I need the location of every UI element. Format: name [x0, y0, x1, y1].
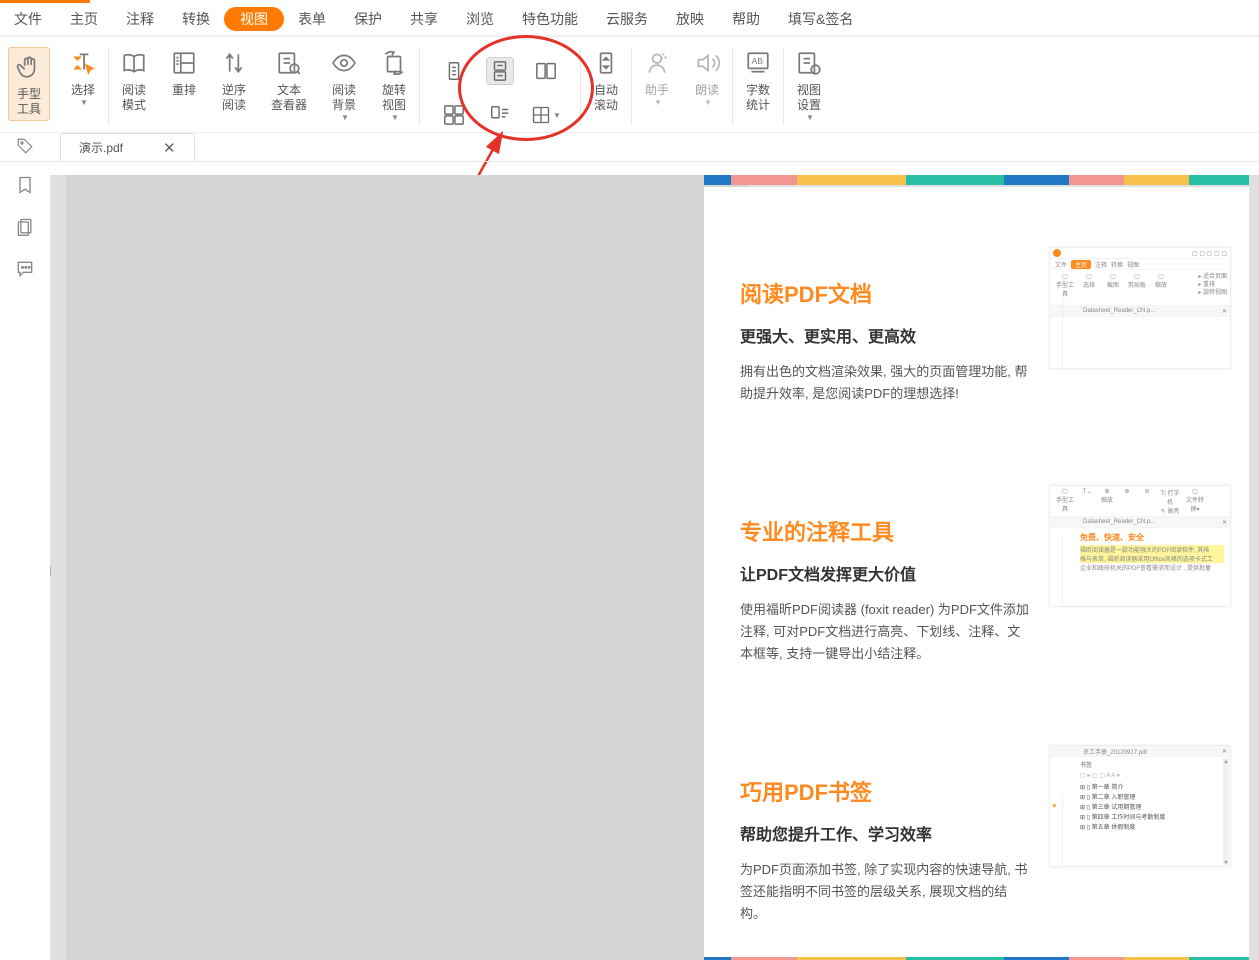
select-button[interactable]: 选择 ▼ [66, 47, 100, 107]
document-tab[interactable]: 演示.pdf ✕ [60, 133, 195, 161]
menu-item-8[interactable]: 浏览 [452, 3, 508, 35]
chevron-down-icon: ▼ [341, 113, 349, 122]
content-block-1: 专业的注释工具让PDF文档发挥更大价值使用福昕PDF阅读器 (foxit rea… [740, 485, 1231, 665]
main-menu: 文件主页注释转换视图表单保护共享浏览特色功能云服务放映帮助填写&签名 [0, 0, 1259, 37]
reflow-label: 重排 [172, 83, 196, 98]
menu-item-3[interactable]: 转换 [168, 3, 224, 35]
comments-icon[interactable] [15, 259, 35, 279]
reverse-read-label: 逆序 阅读 [222, 83, 246, 113]
text-viewer-label: 文本 查看器 [271, 83, 307, 113]
read-mode-button[interactable]: 阅读 模式 [117, 47, 151, 113]
word-count-button[interactable]: AB 字数 统计 [741, 47, 775, 113]
chevron-down-icon: ▼ [553, 111, 561, 120]
select-label: 选择 [71, 83, 95, 98]
reflow-icon [171, 47, 197, 79]
layout-continuous-facing-button[interactable] [443, 104, 465, 126]
word-count-label: 字数 统计 [746, 83, 770, 113]
hand-tool-button[interactable]: 手型 工具 [8, 47, 50, 121]
page-2: 阅读PDF文档更强大、更实用、更高效拥有出色的文档渲染效果, 强大的页面管理功能… [704, 187, 1249, 960]
chevron-down-icon: ▼ [391, 113, 399, 122]
text-viewer-icon [276, 47, 302, 79]
bookmark-icon[interactable] [15, 175, 35, 195]
content-block-0: 阅读PDF文档更强大、更实用、更高效拥有出色的文档渲染效果, 强大的页面管理功能… [740, 247, 1231, 405]
section-thumbnail: ▢ ▢ ▢ ▢ ▢文件主页注释转换视图▢手型工具▢选择▢截图▢剪贴板▢缩放▸ 适… [1049, 247, 1231, 369]
menu-item-11[interactable]: 放映 [662, 3, 718, 35]
assistant-label: 助手 [645, 83, 669, 98]
speaker-icon [694, 47, 720, 79]
section-body: 为PDF页面添加书签, 除了实现内容的快速导航, 书签还能指明不同书签的层级关系… [740, 859, 1031, 925]
menu-item-7[interactable]: 共享 [396, 3, 452, 35]
content-block-2: 巧用PDF书签帮助您提升工作、学习效率为PDF页面添加书签, 除了实现内容的快速… [740, 745, 1231, 925]
reverse-read-button[interactable]: 逆序 阅读 [217, 47, 251, 113]
menu-item-0[interactable]: 文件 [0, 3, 56, 35]
menu-item-1[interactable]: 主页 [56, 3, 112, 35]
tag-icon[interactable] [16, 137, 34, 155]
close-icon[interactable]: ✕ [163, 139, 176, 157]
layout-facing-button[interactable] [535, 60, 557, 82]
text-viewer-button[interactable]: 文本 查看器 [267, 47, 311, 113]
menu-item-6[interactable]: 保护 [340, 3, 396, 35]
layout-separate-cover-button[interactable] [489, 104, 511, 126]
ribbon-toolbar: 手型 工具 选择 ▼ 阅读 模式 重排 逆序 阅读 文本 查 [0, 37, 1259, 133]
rotate-icon [381, 47, 407, 79]
assistant-icon [644, 47, 670, 79]
auto-scroll-button[interactable]: 自动 滚动 [589, 47, 623, 113]
chevron-down-icon: ▼ [704, 98, 712, 107]
menu-item-12[interactable]: 帮助 [718, 3, 774, 35]
section-thumbnail: 员工手册_20120917.pdf✕书签▢ ▸ ▢ ▢ A A ▾⊞ ▯ 第一章… [1049, 745, 1231, 867]
left-sidebar [0, 175, 51, 960]
menu-item-2[interactable]: 注释 [112, 3, 168, 35]
read-mode-label: 阅读 模式 [122, 83, 146, 113]
book-icon [121, 47, 147, 79]
chevron-down-icon: ▼ [654, 98, 662, 107]
menu-item-9[interactable]: 特色功能 [508, 3, 592, 35]
document-surface: 阅读PDF文档更强大、更实用、更高效拥有出色的文档渲染效果, 强大的页面管理功能… [51, 175, 1259, 960]
auto-scroll-label: 自动 滚动 [594, 83, 618, 113]
read-aloud-label: 朗读 [695, 83, 719, 98]
menu-item-13[interactable]: 填写&签名 [774, 3, 867, 35]
layout-single-page-button[interactable] [443, 60, 465, 82]
chevron-down-icon: ▼ [806, 113, 814, 122]
section-title: 专业的注释工具 [740, 515, 1031, 547]
tab-title: 演示.pdf [79, 139, 123, 156]
eye-icon [331, 47, 357, 79]
page-1 [66, 175, 748, 960]
select-icon [70, 47, 96, 79]
section-body: 拥有出色的文档渲染效果, 强大的页面管理功能, 帮助提升效率, 是您阅读PDF的… [740, 361, 1031, 405]
menu-item-10[interactable]: 云服务 [592, 3, 662, 35]
layout-continuous-button[interactable] [486, 57, 514, 85]
hand-tool-label: 手型 工具 [17, 87, 41, 117]
hand-icon [16, 51, 42, 83]
section-subtitle: 更强大、更实用、更高效 [740, 323, 1031, 347]
read-bg-label: 阅读 背景 [332, 83, 356, 113]
layout-split-button[interactable]: ▼ [531, 105, 561, 125]
page-layout-group: ▼ [434, 53, 566, 133]
section-title: 巧用PDF书签 [740, 775, 1031, 807]
section-body: 使用福昕PDF阅读器 (foxit reader) 为PDF文件添加注释, 可对… [740, 599, 1031, 665]
document-tabbar: 演示.pdf ✕ [0, 133, 1259, 162]
rotate-view-button[interactable]: 旋转 视图 ▼ [377, 47, 411, 122]
reverse-icon [221, 47, 247, 79]
read-bg-button[interactable]: 阅读 背景 ▼ [327, 47, 361, 122]
menu-item-4[interactable]: 视图 [224, 7, 284, 31]
auto-scroll-icon [593, 47, 619, 79]
pages-icon[interactable] [15, 217, 35, 237]
reflow-button[interactable]: 重排 [167, 47, 201, 98]
svg-text:AB: AB [752, 56, 764, 66]
view-settings-icon [796, 47, 822, 79]
view-settings-button[interactable]: 视图 设置 ▼ [792, 47, 826, 122]
section-thumbnail: ▢手型工具T⌄⊕缩放⊕⊖T| 打字机✎ 高亮▢文件转换▾Datasheet_Re… [1049, 485, 1231, 607]
chevron-down-icon: ▼ [80, 98, 88, 107]
word-count-icon: AB [745, 47, 771, 79]
section-title: 阅读PDF文档 [740, 277, 1031, 309]
view-settings-label: 视图 设置 [797, 83, 821, 113]
color-strip [704, 175, 1249, 185]
rotate-view-label: 旋转 视图 [382, 83, 406, 113]
menu-item-5[interactable]: 表单 [284, 3, 340, 35]
section-subtitle: 让PDF文档发挥更大价值 [740, 561, 1031, 585]
assistant-button[interactable]: 助手 ▼ [640, 47, 674, 107]
section-subtitle: 帮助您提升工作、学习效率 [740, 821, 1031, 845]
read-aloud-button[interactable]: 朗读 ▼ [690, 47, 724, 107]
